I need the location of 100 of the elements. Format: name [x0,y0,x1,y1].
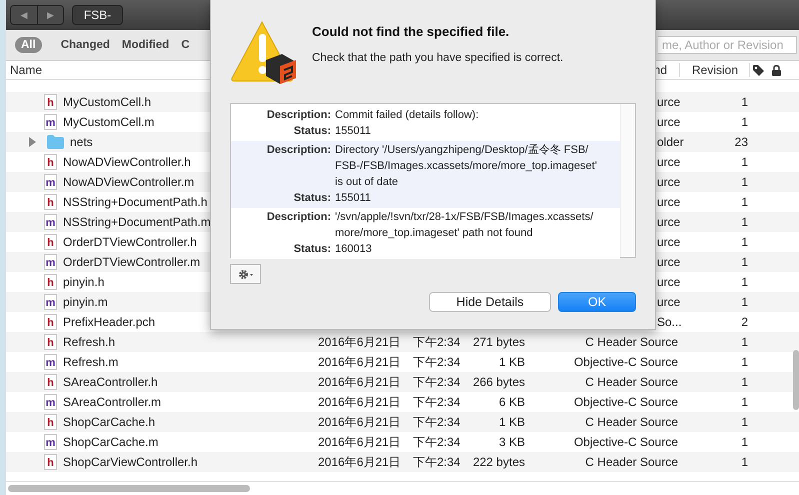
kind-cell: urce [657,255,680,269]
detail-label: Description: [266,143,331,158]
scrollbar-thumb[interactable] [8,485,250,492]
date-cell: 2016年6月21日 [318,334,401,350]
revision-cell: 1 [741,115,748,129]
kind-cell: urce [657,195,680,209]
lock-icon[interactable] [772,64,781,76]
file-name[interactable]: Refresh.m [63,355,118,369]
column-header[interactable]: Revision [680,63,750,77]
gear-icon [238,268,254,280]
kind-cell: Objective-C Source [574,355,678,369]
time-cell: 下午2:34 [413,434,460,450]
size-cell: 6 KB [498,395,525,409]
revision-cell: 1 [741,375,748,389]
detail-label: Status: [292,191,331,206]
warning-icon [230,20,296,84]
revision-cell: 1 [741,415,748,429]
date-cell: 2016年6月21日 [318,394,401,410]
kind-cell: C Header Source [585,375,678,389]
file-name[interactable]: ShopCarCache.h [63,415,156,429]
kind-cell: C Header Source [585,455,678,469]
revision-cell: 1 [741,435,748,449]
detail-label: Status: [292,124,331,139]
file-name[interactable]: OrderDTViewController.h [63,235,197,249]
date-cell: 2016年6月21日 [318,354,401,370]
file-icon: m [44,174,57,190]
detail-value: 160013 [335,242,373,257]
detail-value: '/svn/apple/!svn/txr/28-1x/FSB/FSB/Images.xcassets/ more/more_top.imageset' path not found [335,210,594,241]
file-name[interactable]: SAreaController.h [63,375,158,389]
details-group[interactable]: Description: Directory '/Users/yangzhipeng/Desktop/孟令冬 FSB/ FSB-/FSB/Images.xcassets/more/more_top.imageset' is out of date Status: 155011 [231,141,620,208]
detail-label: Description: [266,108,331,123]
dialog-title: Could not find the specified file. [312,24,510,39]
date-cell: 2016年6月21日 [318,414,401,430]
size-cell: 1 KB [498,355,525,369]
file-icon: m [44,434,57,450]
revision-cell: 1 [741,235,748,249]
file-name[interactable]: OrderDTViewController.m [63,255,200,269]
kind-cell: urce [657,275,680,289]
file-icon: m [44,354,57,370]
scrollbar-thumb[interactable] [793,350,799,410]
file-name[interactable]: MyCustomCell.m [63,115,154,129]
file-icon: m [44,394,57,410]
date-cell: 2016年6月21日 [318,374,401,390]
search-field[interactable]: me, Author or Revision [658,36,797,54]
detail-value: Commit failed (details follow): [335,108,480,123]
filter-tab[interactable]: C [178,37,192,53]
file-name[interactable]: ShopCarCache.m [63,435,158,449]
revision-cell: 1 [741,275,748,289]
file-icon: h [44,94,57,110]
file-name[interactable]: SAreaController.m [63,395,162,409]
file-icon: m [44,254,57,270]
revision-cell: 1 [741,455,748,469]
file-icon: h [44,274,57,290]
revision-cell: 1 [741,175,748,189]
file-name[interactable]: pinyin.m [63,295,108,309]
tag-icon[interactable] [753,64,764,76]
file-name[interactable]: Refresh.h [63,335,116,349]
file-name[interactable]: pinyin.h [63,275,104,289]
file-name[interactable]: NowADViewController.h [63,155,191,169]
path-button[interactable]: FSB- [72,5,123,25]
file-name[interactable]: ShopCarViewController.h [63,455,198,469]
revision-cell: 1 [741,195,748,209]
kind-cell: urce [657,95,680,109]
kind-cell: urce [657,215,680,229]
file-name[interactable]: nets [70,135,93,149]
size-cell: 266 bytes [472,375,525,389]
revision-cell: 1 [741,255,748,269]
date-cell: 2016年6月21日 [318,454,401,470]
size-cell: 3 KB [498,435,525,449]
detail-label: Status: [292,242,331,257]
time-cell: 下午2:34 [413,414,460,430]
kind-cell: So... [657,315,682,329]
revision-cell: 1 [741,215,748,229]
hide-details-button[interactable]: Hide Details [429,292,551,312]
file-name[interactable]: NowADViewController.m [63,175,194,189]
file-name[interactable]: MyCustomCell.h [63,95,152,109]
time-cell: 下午2:34 [413,394,460,410]
detail-value: 155011 [335,124,372,139]
file-name[interactable]: NSString+DocumentPath.h [63,195,208,209]
detail-label: Description: [266,210,331,225]
file-icon: h [44,314,57,330]
filter-tab[interactable]: Modified [118,37,172,53]
file-name[interactable]: NSString+DocumentPath.m [63,215,211,229]
kind-cell: Objective-C Source [574,435,678,449]
gear-menu-button[interactable] [230,264,261,284]
kind-cell: Objective-C Source [574,395,678,409]
filter-tab[interactable]: Changed [58,37,113,53]
time-cell: 下午2:34 [413,354,460,370]
time-cell: 下午2:34 [413,334,460,350]
date-cell: 2016年6月21日 [318,434,401,450]
file-icon: h [44,374,57,390]
file-icon: h [44,414,57,430]
kind-cell: urce [657,115,680,129]
revision-cell: 1 [741,95,748,109]
disclosure-triangle-icon[interactable] [28,137,37,147]
file-name[interactable]: PrefixHeader.pch [63,315,156,329]
file-icon: h [44,194,57,210]
size-cell: 271 bytes [472,335,525,349]
detail-value: Directory '/Users/yangzhipeng/Desktop/孟令冬 FSB/ FSB-/FSB/Images.xcassets/more/more_top.imageset' is out of date [335,143,598,190]
folder-icon [47,135,64,149]
